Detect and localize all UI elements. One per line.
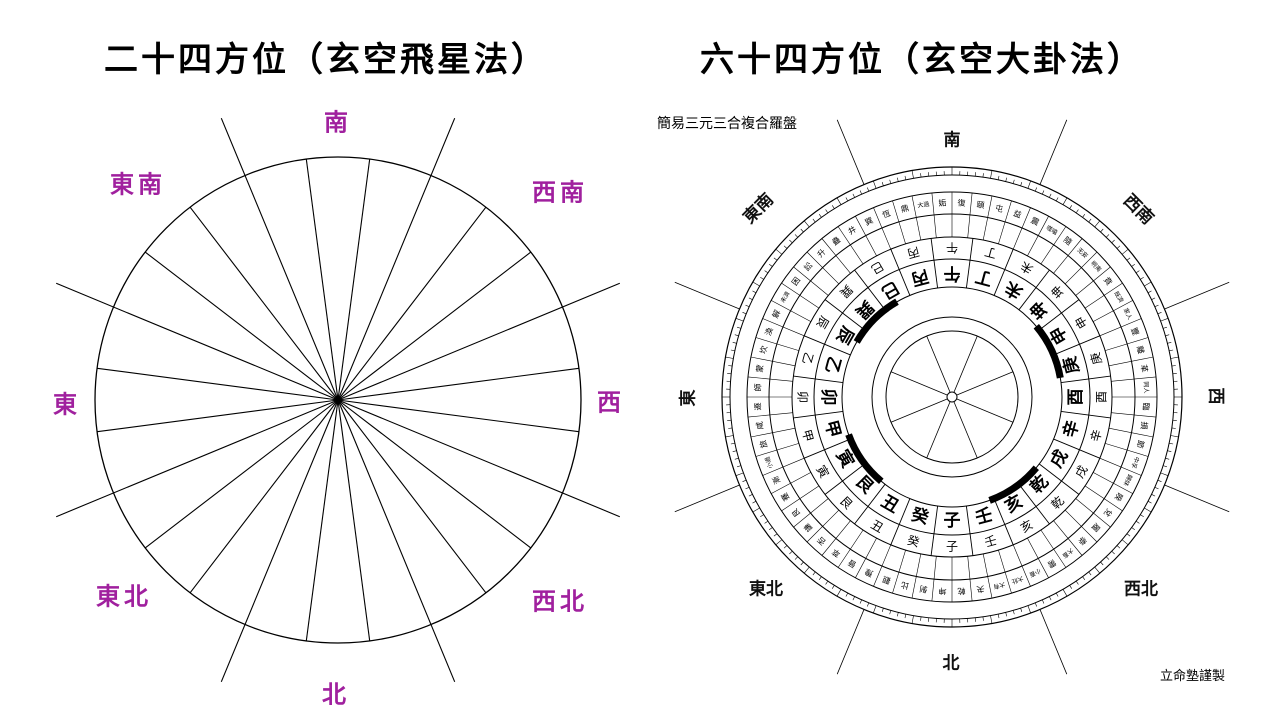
left-label-east: 東 [53, 390, 81, 419]
compass-label-northeast: 東北 [749, 579, 783, 600]
compass-label-north: 北 [942, 653, 960, 674]
mountain-outer-label: 子 [946, 540, 958, 554]
mountain-label: 酉 [1066, 389, 1086, 406]
left-label-northeast: 東北 [96, 582, 152, 611]
left-label-southeast: 東南 [110, 170, 166, 199]
hexagram-label: 坤 [938, 586, 946, 596]
hexagram-label: 革 [1139, 364, 1150, 373]
sector-line [220, 399, 339, 683]
sector-line [97, 367, 339, 401]
compass-label-west: 西 [1205, 387, 1226, 405]
sector-line [337, 399, 456, 683]
sector-line [337, 399, 371, 641]
sector-line [305, 399, 339, 641]
hexagram-label: 臨 [1141, 402, 1151, 410]
hexagram-label: 復 [957, 198, 965, 208]
sector-line [220, 117, 339, 401]
hexagram-label: 蒙 [754, 364, 765, 373]
hexagram-label: 損 [1139, 421, 1150, 430]
sector-line [337, 282, 621, 401]
mountain-label: 子 [944, 511, 961, 531]
left-label-west: 西 [597, 388, 625, 417]
left-diagram-title: 二十四方位（玄空飛星法） [104, 40, 548, 80]
mountain-label: 卯 [818, 389, 838, 406]
hexagram-label: 遯 [754, 402, 763, 410]
left-label-south: 南 [324, 108, 352, 137]
center-pin [946, 391, 958, 403]
sector-line [55, 399, 339, 518]
sector-line [305, 159, 339, 401]
hexagram-label: 師 [753, 383, 763, 391]
hexagram-label: 咸 [754, 421, 765, 430]
hexagram-label: 同人 [1142, 381, 1150, 393]
hexagram-label: 夬 [976, 584, 985, 595]
compass-label-northwest: 西北 [1124, 579, 1158, 600]
hexagram-label: 頤 [976, 200, 985, 210]
compass-label-south: 南 [943, 130, 961, 151]
compass-diagram: 坤剝比觀豫晉萃否謙艮蹇漸小過旅咸遯師蒙坎渙解未濟困訟升蠱井巽恆鼎大過姤復頤屯益震… [674, 119, 1230, 675]
left-label-north: 北 [322, 680, 350, 709]
right-diagram-title: 六十四方位（玄空大卦法） [700, 40, 1144, 80]
sector-line [337, 117, 456, 401]
hexagram-label: 剝 [919, 584, 928, 595]
sector-line [337, 367, 579, 401]
mountain-outer-label: 卯 [796, 391, 810, 403]
sector-line [337, 399, 621, 518]
sector-line [337, 159, 371, 401]
left-label-northwest: 西北 [532, 587, 588, 616]
left-label-southwest: 西南 [532, 178, 588, 207]
sector-line [55, 282, 339, 401]
mountain-outer-label: 午 [946, 241, 958, 255]
sector-line [97, 399, 339, 433]
sector-line [337, 399, 579, 433]
mountain-label: 午 [944, 263, 961, 284]
compass-label-east: 東 [678, 389, 699, 407]
hexagram-label: 姤 [938, 198, 946, 208]
hexagram-label: 乾 [957, 586, 965, 596]
mountain-outer-label: 酉 [1095, 391, 1109, 403]
